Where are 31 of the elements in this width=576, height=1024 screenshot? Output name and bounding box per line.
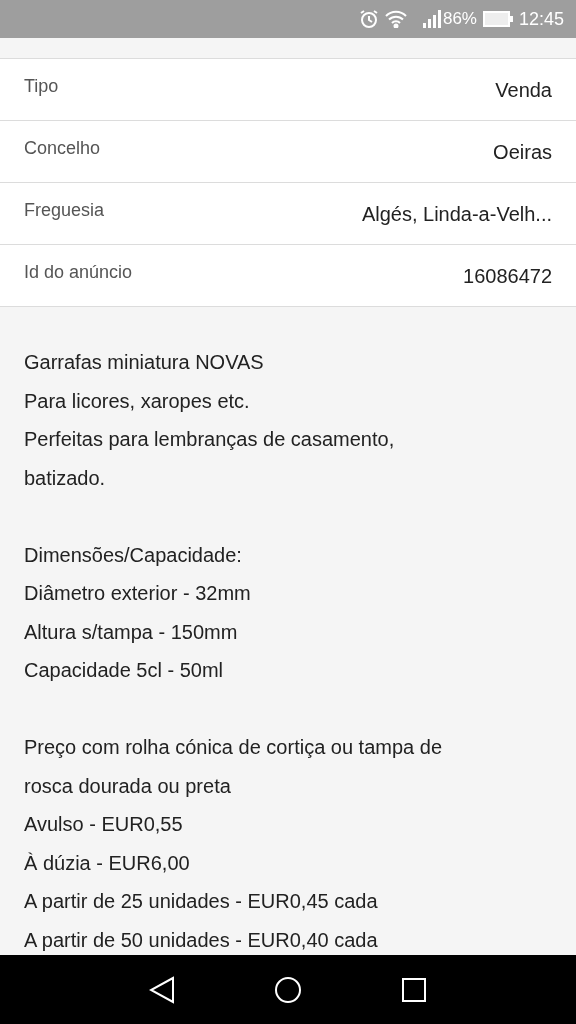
description-line: Avulso - EUR0,55 [24, 812, 184, 837]
battery-icon [482, 11, 513, 27]
description-line: Preço com rolha cónica de cortiça ou tampa de [24, 735, 443, 760]
description-line: rosca dourada ou preta [24, 773, 232, 799]
description-line: Garrafas miniatura NOVAS [24, 350, 265, 375]
back-icon[interactable] [149, 975, 176, 1004]
field-label: Freguesia [24, 199, 105, 222]
description-line: A partir de 50 unidades - EUR0,40 cada [24, 927, 379, 953]
description-line: batizado. [24, 465, 107, 491]
wifi-icon [384, 10, 407, 28]
field-label: Concelho [24, 137, 101, 160]
recents-icon[interactable] [400, 976, 427, 1003]
description-line: Para licores, xaropes etc. [24, 388, 251, 414]
signal-icon [422, 10, 441, 28]
clock-time: 12:45 [518, 7, 564, 31]
field-label: Tipo [24, 75, 59, 98]
description-line: Perfeitas para lembranças de casamento, [24, 427, 396, 452]
field-value: Algés, Linda-a-Velh... [361, 201, 552, 227]
description-line: Diâmetro exterior - 32mm [24, 581, 252, 606]
description-line: Capacidade 5cl - 50ml [24, 658, 224, 683]
description-line: Dimensões/Capacidade: [24, 542, 243, 568]
home-icon[interactable] [274, 975, 302, 1004]
field-value: Venda [495, 77, 552, 103]
alarm-icon [358, 9, 379, 29]
battery-percentage: 86% [442, 8, 477, 31]
field-label: Id do anúncio [24, 261, 133, 284]
field-value: Oeiras [493, 139, 552, 165]
description-line: À dúzia - EUR6,00 [24, 850, 191, 876]
description-line: Altura s/tampa - 150mm [24, 619, 239, 645]
description-line: A partir de 25 unidades - EUR0,45 cada [24, 889, 379, 914]
field-value: 16086472 [463, 263, 552, 289]
